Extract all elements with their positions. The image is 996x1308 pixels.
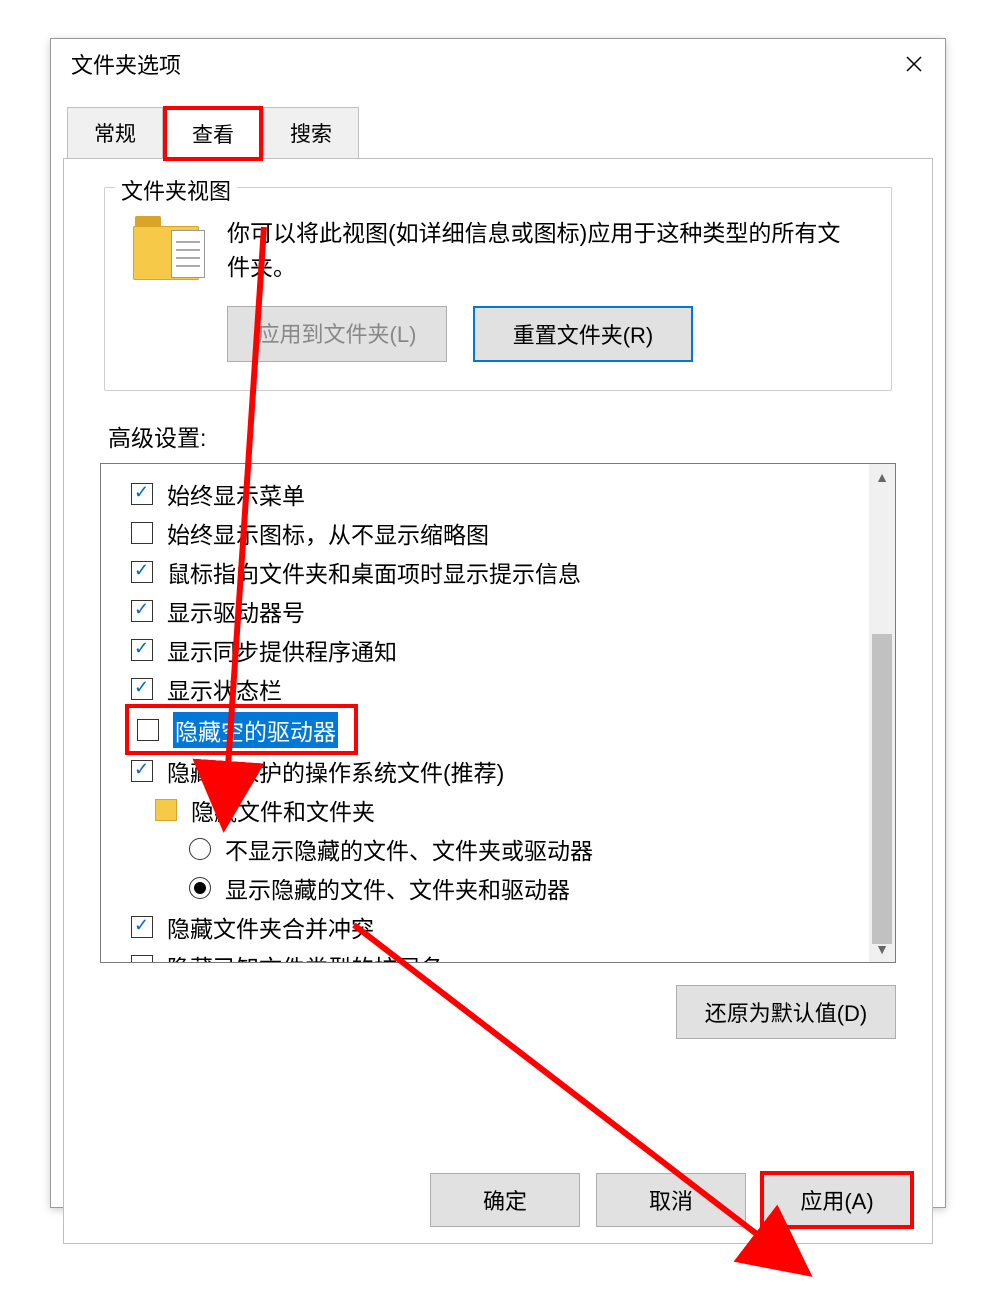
- groupbox-desc: 你可以将此视图(如详细信息或图标)应用于这种类型的所有文件夹。: [227, 216, 863, 284]
- option-label: 不显示隐藏的文件、文件夹或驱动器: [225, 832, 593, 866]
- option-label: 隐藏文件夹合并冲突: [167, 910, 374, 944]
- groupbox-folder-view: 文件夹视图 你可以将此视图(如详细信息或图标)应用于这种类型的所有文件夹。 应用…: [104, 187, 892, 391]
- option-label: 隐藏受保护的操作系统文件(推荐): [167, 754, 504, 788]
- close-icon: [905, 55, 923, 73]
- option-item-1[interactable]: 始终显示图标，从不显示缩略图: [131, 513, 889, 552]
- option-item-6[interactable]: 隐藏空的驱动器: [131, 710, 352, 749]
- option-label: 隐藏已知文件类型的扩展名: [167, 949, 443, 964]
- advanced-settings-list[interactable]: 始终显示菜单始终显示图标，从不显示缩略图鼠标指向文件夹和桌面项时显示提示信息显示…: [100, 463, 896, 963]
- dialog-button-row: 确定 取消 应用(A): [430, 1173, 912, 1227]
- radio-icon[interactable]: [189, 877, 211, 899]
- cancel-button[interactable]: 取消: [596, 1173, 746, 1227]
- option-item-4[interactable]: 显示同步提供程序通知: [131, 630, 889, 669]
- tab-view[interactable]: 查看: [165, 108, 261, 159]
- option-label: 显示同步提供程序通知: [167, 633, 397, 667]
- option-item-9[interactable]: 不显示隐藏的文件、文件夹或驱动器: [131, 829, 889, 868]
- radio-icon[interactable]: [189, 838, 211, 860]
- checkbox-icon[interactable]: [131, 916, 153, 938]
- option-item-12[interactable]: 隐藏已知文件类型的扩展名: [131, 946, 889, 963]
- option-item-7[interactable]: 隐藏受保护的操作系统文件(推荐): [131, 751, 889, 790]
- folder-icon: [133, 216, 203, 286]
- option-label: 隐藏空的驱动器: [173, 712, 338, 748]
- advanced-settings-label: 高级设置:: [108, 419, 932, 453]
- scroll-down-icon[interactable]: ▼: [869, 936, 895, 962]
- dialog-title: 文件夹选项: [71, 48, 181, 80]
- option-item-11[interactable]: 隐藏文件夹合并冲突: [131, 907, 889, 946]
- reset-folders-button[interactable]: 重置文件夹(R): [473, 306, 693, 362]
- dialog-folder-options: 文件夹选项 常规 查看 搜索 文件夹视图 你可以将此视图(如详细信息或图标)应用…: [50, 38, 946, 1208]
- option-item-3[interactable]: 显示驱动器号: [131, 591, 889, 630]
- tab-search[interactable]: 搜索: [263, 107, 359, 158]
- option-label: 显示状态栏: [167, 672, 282, 706]
- close-button[interactable]: [891, 46, 937, 82]
- tab-content-view: 文件夹视图 你可以将此视图(如详细信息或图标)应用于这种类型的所有文件夹。 应用…: [63, 158, 933, 1244]
- option-label: 始终显示菜单: [167, 477, 305, 511]
- checkbox-icon[interactable]: [131, 483, 153, 505]
- scroll-thumb[interactable]: [872, 634, 892, 944]
- checkbox-icon[interactable]: [131, 760, 153, 782]
- checkbox-icon[interactable]: [131, 955, 153, 964]
- checkbox-icon[interactable]: [131, 522, 153, 544]
- option-label: 显示隐藏的文件、文件夹和驱动器: [225, 871, 570, 905]
- option-label: 鼠标指向文件夹和桌面项时显示提示信息: [167, 555, 581, 589]
- titlebar: 文件夹选项: [51, 39, 945, 89]
- groupbox-legend: 文件夹视图: [115, 174, 237, 206]
- option-item-8[interactable]: 隐藏文件和文件夹: [131, 790, 889, 829]
- checkbox-icon[interactable]: [131, 639, 153, 661]
- scrollbar[interactable]: ▲ ▼: [869, 464, 895, 962]
- ok-button[interactable]: 确定: [430, 1173, 580, 1227]
- tab-strip: 常规 查看 搜索: [67, 107, 945, 158]
- apply-to-folders-button: 应用到文件夹(L): [227, 306, 447, 362]
- restore-defaults-button[interactable]: 还原为默认值(D): [676, 985, 896, 1039]
- checkbox-icon[interactable]: [131, 600, 153, 622]
- folder-icon: [155, 799, 177, 821]
- option-item-0[interactable]: 始终显示菜单: [131, 474, 889, 513]
- option-item-5[interactable]: 显示状态栏: [131, 669, 889, 708]
- checkbox-icon[interactable]: [137, 719, 159, 741]
- option-item-2[interactable]: 鼠标指向文件夹和桌面项时显示提示信息: [131, 552, 889, 591]
- checkbox-icon[interactable]: [131, 561, 153, 583]
- tab-general[interactable]: 常规: [67, 107, 163, 158]
- apply-button[interactable]: 应用(A): [762, 1173, 912, 1227]
- checkbox-icon[interactable]: [131, 678, 153, 700]
- option-item-10[interactable]: 显示隐藏的文件、文件夹和驱动器: [131, 868, 889, 907]
- option-label: 始终显示图标，从不显示缩略图: [167, 516, 489, 550]
- scroll-up-icon[interactable]: ▲: [869, 464, 895, 490]
- option-label: 隐藏文件和文件夹: [191, 793, 375, 827]
- option-label: 显示驱动器号: [167, 594, 305, 628]
